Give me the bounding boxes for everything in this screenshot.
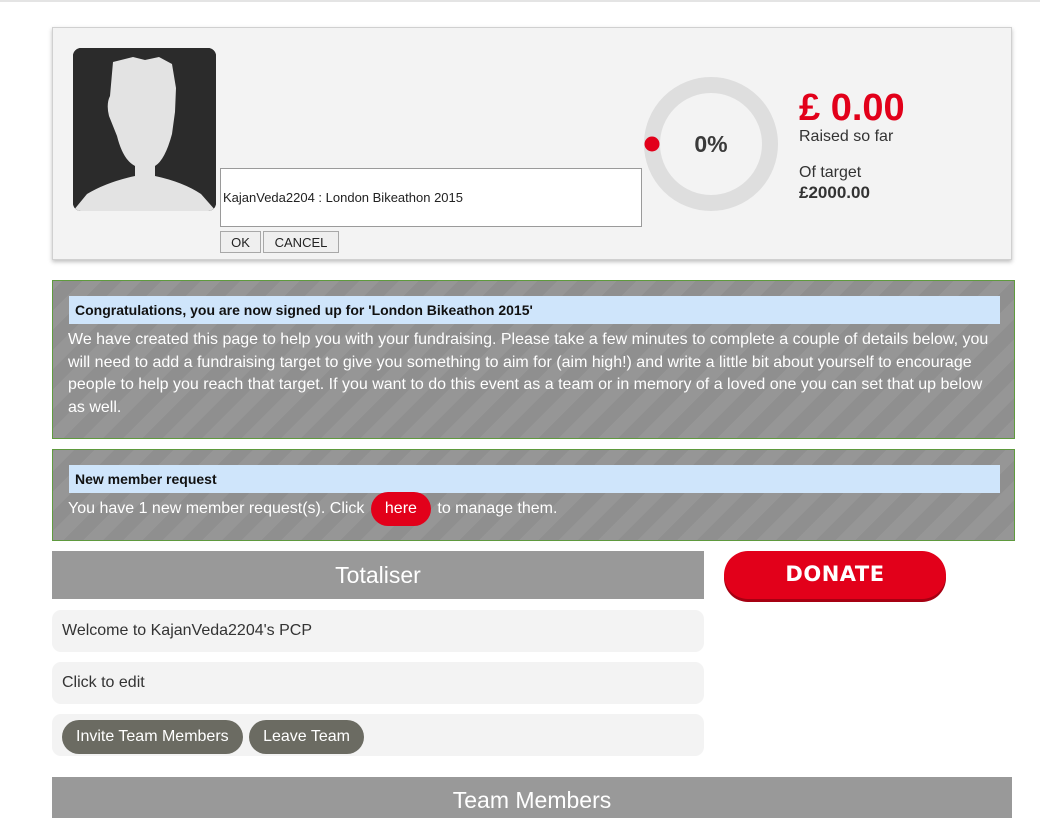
raised-label: Raised so far — [799, 128, 894, 145]
fundraising-header-card: OK CANCEL 0% £ 0.00 Raised so far Of tar… — [52, 27, 1012, 260]
congratulations-panel: Congratulations, you are now signed up f… — [52, 280, 1015, 439]
progress-percent: 0% — [694, 131, 728, 157]
member-request-text: You have 1 new member request(s). Click … — [68, 492, 998, 526]
cancel-button[interactable]: CANCEL — [263, 231, 339, 253]
click-to-edit-field[interactable]: Click to edit — [52, 662, 704, 704]
member-request-text-after: to manage them. — [437, 500, 558, 518]
target-label: Of target — [799, 164, 862, 181]
leave-team-button[interactable]: Leave Team — [249, 719, 364, 754]
team-members-header: Team Members — [52, 777, 1012, 818]
team-actions-row: Invite Team Members Leave Team — [52, 714, 704, 756]
invite-team-members-button[interactable]: Invite Team Members — [62, 719, 243, 754]
target-value: £2000.00 — [799, 183, 870, 202]
congratulations-text: We have created this page to help you wi… — [68, 331, 989, 416]
manage-requests-link[interactable]: here — [370, 492, 431, 526]
ok-button[interactable]: OK — [220, 231, 261, 253]
top-border — [0, 0, 1040, 2]
member-request-panel: New member request You have 1 new member… — [52, 449, 1015, 541]
member-request-heading: New member request — [69, 465, 1000, 493]
raised-amount: £ 0.00 — [799, 87, 905, 129]
member-request-text-before: You have 1 new member request(s). Click — [68, 500, 365, 518]
profile-avatar[interactable] — [73, 48, 216, 211]
totaliser-header: Totaliser — [52, 551, 704, 599]
congratulations-heading: Congratulations, you are now signed up f… — [69, 296, 1000, 324]
page-title-field[interactable] — [220, 168, 642, 227]
user-silhouette-icon — [73, 48, 216, 211]
donate-button[interactable]: DONATE — [724, 551, 946, 599]
welcome-text: Welcome to KajanVeda2204's PCP — [52, 610, 704, 652]
